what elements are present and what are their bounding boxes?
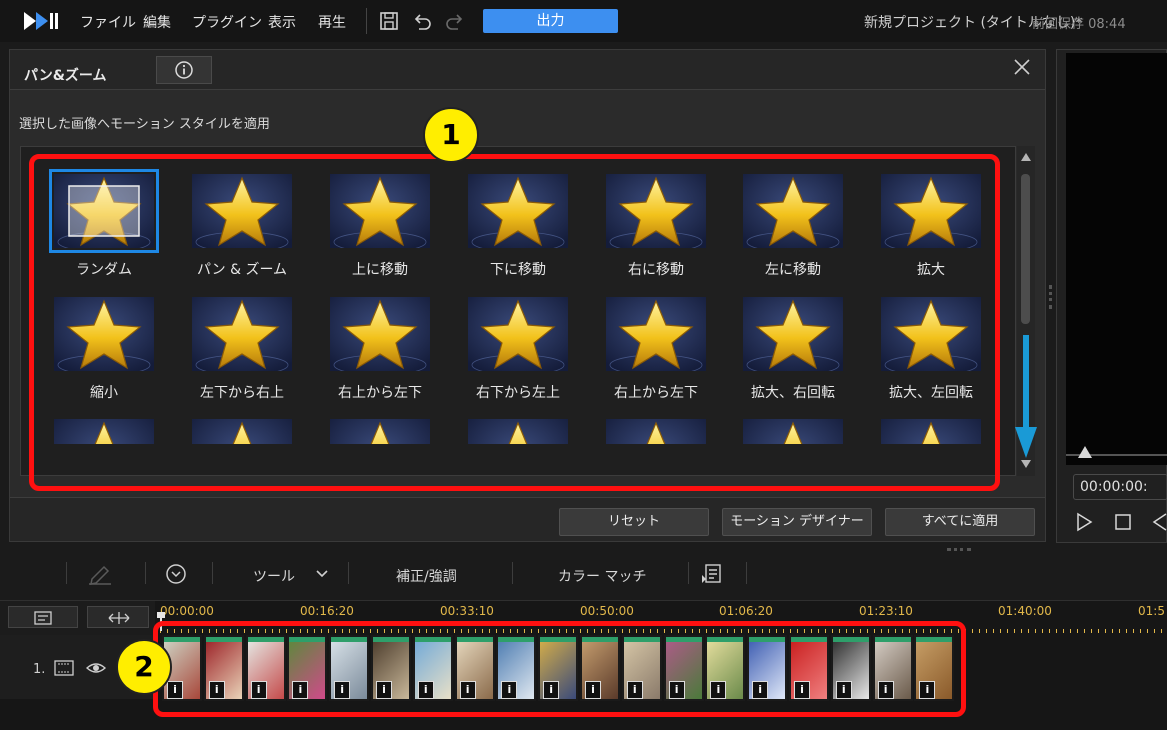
track-number: 1. [33,662,46,677]
undo-icon[interactable] [411,10,433,32]
info-icon [175,61,193,79]
scroll-down-annotation-arrow-icon [1015,335,1037,458]
annotation-highlight-style-grid [29,154,1000,491]
scroll-up-icon[interactable] [1020,152,1032,162]
menu-file[interactable]: ファイル [80,12,136,32]
dialog-footer: リセット モーション デザイナー すべてに適用 [10,497,1045,541]
menu-view[interactable]: 表示 [268,12,296,32]
redo-icon[interactable] [444,10,466,32]
toolbar-separator [512,562,513,584]
menu-play[interactable]: 再生 [318,12,346,32]
toolbar-separator [66,562,67,584]
fit-timeline-button[interactable] [87,606,149,628]
ruler-label: 00:50:00 [580,604,634,618]
instruction-text: 選択した画像へモーション スタイルを適用 [19,117,270,132]
scroll-thumb[interactable] [1021,174,1030,324]
apply-all-button[interactable]: すべてに適用 [885,508,1035,536]
stop-icon[interactable] [1114,513,1132,531]
panel-resize-handle[interactable] [1049,285,1052,309]
reset-button[interactable]: リセット [559,508,709,536]
add-track-button[interactable] [8,606,78,628]
chapter-list-icon[interactable] [700,563,724,585]
track-manager-icon [34,611,52,625]
annotation-highlight-clips [153,621,966,717]
toolbar-separator [348,562,349,584]
toolbar-separator [212,562,213,584]
previous-frame-icon[interactable] [1151,512,1167,532]
motion-designer-button[interactable]: モーション デザイナー [722,508,872,536]
fit-width-icon [108,612,130,624]
ruler-label: 01:5 [1138,604,1165,618]
eye-visibility-icon[interactable] [86,659,106,677]
menu-plugin[interactable]: プラグイン [192,12,262,32]
timeline-controls [0,601,155,635]
save-icon[interactable] [378,10,400,32]
ruler-label: 01:40:00 [998,604,1052,618]
dropdown-circle-icon[interactable] [165,563,187,585]
ruler-label: 01:06:20 [719,604,773,618]
annotation-badge-2: 2 [116,639,172,695]
close-icon[interactable] [1011,56,1033,78]
ruler-label: 00:33:10 [440,604,494,618]
preview-slider-handle-icon[interactable] [1077,445,1093,459]
play-icon[interactable] [1075,512,1093,532]
timeline-toolbar: ツール 補正/強調 カラー マッチ [0,556,1167,592]
annotation-badge-1: 1 [423,107,479,163]
correction-enhance-menu[interactable]: 補正/強調 [396,566,457,586]
timecode-display: 00:00:00: [1073,474,1167,500]
toolbar-separator [145,562,146,584]
menu-bar: ファイル 編集 プラグイン 表示 再生 出力 新規プロジェクト (タイトルなし)… [0,0,1167,42]
info-button[interactable] [156,56,212,84]
pen-edit-icon[interactable] [86,563,114,585]
video-track-icon [54,660,74,676]
menu-divider [366,8,367,34]
output-button[interactable]: 出力 [483,9,618,33]
ruler-label: 00:00:00 [160,604,214,618]
scroll-down-icon[interactable] [1020,459,1032,469]
dialog-header: パン&ズーム [10,50,1045,90]
preview-pane: 00:00:00: [1056,49,1167,543]
app-logo-icon [24,12,58,30]
chevron-down-icon[interactable] [315,568,329,580]
preview-screen [1066,53,1167,465]
tools-menu[interactable]: ツール [253,566,295,586]
menu-edit[interactable]: 編集 [143,12,171,32]
color-match-menu[interactable]: カラー マッチ [558,566,646,586]
toolbar-separator [688,562,689,584]
save-status: 前回保存 08:44 [1032,17,1126,32]
ruler-label: 01:23:10 [859,604,913,618]
dialog-title: パン&ズーム [24,68,107,84]
ruler-label: 00:16:20 [300,604,354,618]
timeline-resize-handle[interactable] [947,548,971,551]
toolbar-separator [746,562,747,584]
